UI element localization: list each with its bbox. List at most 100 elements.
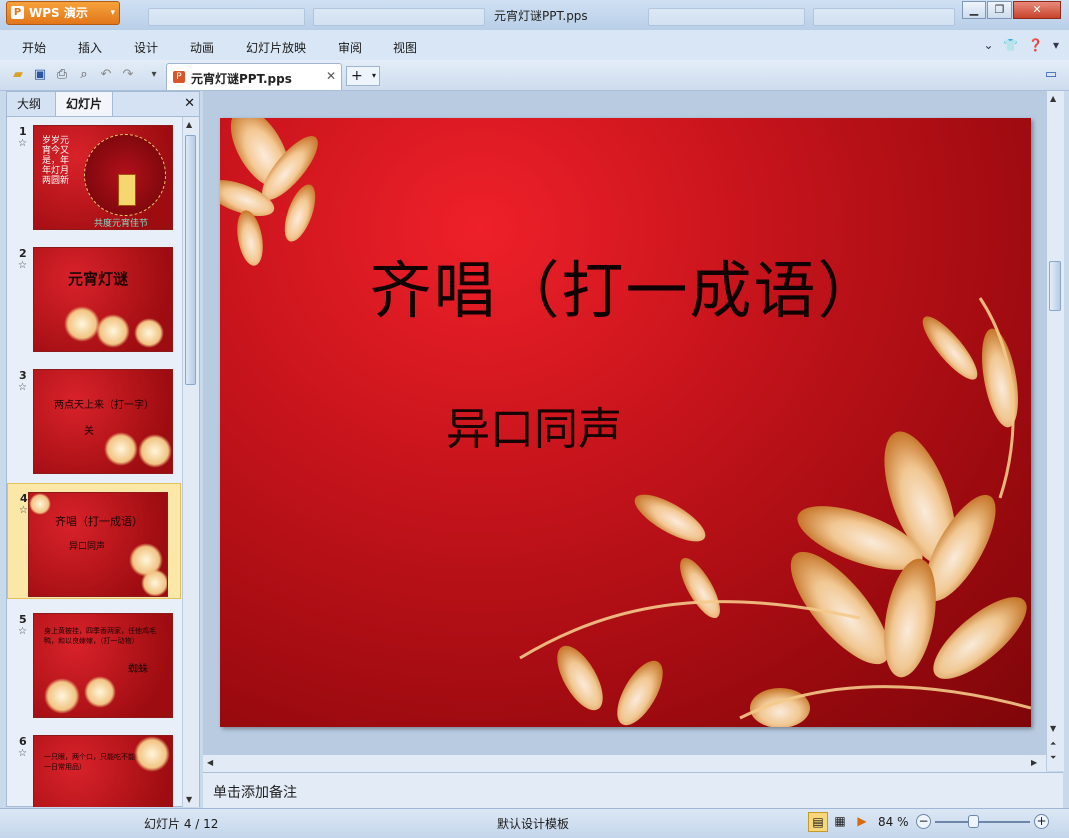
slide-answer: 异口同声 xyxy=(69,542,106,552)
close-button[interactable]: ✕ xyxy=(1013,1,1061,19)
background-window-tab[interactable] xyxy=(148,8,305,26)
flower-decoration xyxy=(84,676,116,708)
design-template-name[interactable]: 默认设计模板 xyxy=(497,815,569,832)
minimize-button[interactable]: ▁ xyxy=(962,1,986,19)
slide-thumbnail-selected[interactable]: 4 ☆ 齐唱（打一成语） 异口同声 xyxy=(7,483,181,599)
editor-vertical-scrollbar[interactable]: ▲ ▼ ⏶ ⏷ xyxy=(1046,91,1064,771)
pane-tabs: 大纲 幻灯片 ✕ xyxy=(7,92,199,117)
animation-star-icon: ☆ xyxy=(18,748,27,759)
zoom-slider-handle[interactable] xyxy=(968,815,979,828)
new-tab-button[interactable]: + ▾ xyxy=(346,66,380,86)
scroll-down-icon[interactable]: ▼ xyxy=(1050,724,1056,733)
scroll-up-icon[interactable]: ▲ xyxy=(186,120,192,129)
background-window-tab[interactable] xyxy=(813,8,955,26)
slide-preview: 两点天上来（打一字） 关 xyxy=(33,369,173,474)
slide-preview: 身上黄披挂，四季香两家，任他鸡毛鸭，和以良嫁嫁，（打一动物） 蜘蛛 xyxy=(33,613,173,718)
slide-thumbnail[interactable]: 3 ☆ 两点天上来（打一字） 关 xyxy=(7,361,181,477)
slide-thumbnail[interactable]: 6 ☆ 一只眼，两个口，只能吃不能喝。（打一日常用品） xyxy=(7,727,181,807)
menu-home[interactable]: 开始 xyxy=(22,39,46,56)
notes-placeholder: 单击添加备注 xyxy=(213,785,297,801)
background-window-tab[interactable] xyxy=(313,8,485,26)
slide-number: 1 xyxy=(19,125,27,138)
next-slide-icon[interactable]: ⏷ xyxy=(1050,753,1056,763)
slide-thumbnail[interactable]: 5 ☆ 身上黄披挂，四季香两家，任他鸡毛鸭，和以良嫁嫁，（打一动物） 蜘蛛 xyxy=(7,605,181,721)
flower-decoration xyxy=(29,493,51,515)
slide-text: 身上黄披挂，四季香两家，任他鸡毛鸭，和以良嫁嫁，（打一动物） xyxy=(44,627,156,645)
slide-thumbnail[interactable]: 2 ☆ 元宵灯谜 xyxy=(7,239,181,355)
flower-decoration xyxy=(138,434,172,468)
animation-star-icon: ☆ xyxy=(19,505,28,516)
slide-text: 元宵灯谜 xyxy=(68,270,129,288)
slide-editing-area: 齐唱（打一成语） 异口同声 xyxy=(203,91,1063,771)
zoom-level[interactable]: 84 % xyxy=(878,815,909,829)
menu-insert[interactable]: 插入 xyxy=(78,39,102,56)
close-pane-icon[interactable]: ✕ xyxy=(184,92,195,116)
scrollbar-thumb[interactable] xyxy=(1049,261,1061,311)
zoom-slider-track[interactable] xyxy=(935,821,1030,823)
save-icon[interactable]: ▣ xyxy=(32,67,48,83)
slide-number: 3 xyxy=(19,369,27,382)
window-title: 元宵灯谜PPT.pps xyxy=(494,9,588,23)
chevron-down-icon[interactable]: ⌄ xyxy=(984,38,994,52)
slideshow-icon[interactable]: ▶ xyxy=(852,812,872,832)
menu-view[interactable]: 视图 xyxy=(393,39,417,56)
background-window-tab[interactable] xyxy=(648,8,805,26)
slide-thumbnail-list: 1 ☆ 岁岁元宵今又是，年年灯月两圆新 共度元宵佳节 2 ☆ 元宵灯谜 3 ☆ xyxy=(7,117,181,807)
scroll-down-icon[interactable]: ▼ xyxy=(186,795,192,804)
print-icon[interactable]: ⎙ xyxy=(54,67,70,83)
slide-number: 2 xyxy=(19,247,27,260)
document-tab[interactable]: P 元宵灯谜PPT.pps ✕ xyxy=(166,63,342,90)
slide-preview: 齐唱（打一成语） 异口同声 xyxy=(28,492,168,597)
slide-title[interactable]: 齐唱（打一成语） xyxy=(220,240,1031,330)
editor-horizontal-scrollbar[interactable]: ◀ ▶ xyxy=(203,754,1046,772)
notes-pane[interactable]: 单击添加备注 xyxy=(203,772,1063,808)
close-tab-icon[interactable]: ✕ xyxy=(326,69,336,83)
help-icon[interactable]: ❓ xyxy=(1028,38,1043,52)
chevron-down-icon: ▾ xyxy=(371,71,376,80)
current-slide[interactable]: 齐唱（打一成语） 异口同声 xyxy=(220,118,1031,727)
menu-animation[interactable]: 动画 xyxy=(190,39,214,56)
zoom-in-button[interactable]: + xyxy=(1034,814,1049,829)
chevron-down-icon[interactable]: ▾ xyxy=(1053,38,1059,52)
scroll-right-icon[interactable]: ▶ xyxy=(1031,758,1037,767)
slide-sorter-icon[interactable]: ▦ xyxy=(830,812,850,832)
restore-layout-icon[interactable]: ▭ xyxy=(1043,67,1059,83)
slide-text: 齐唱（打一成语） xyxy=(55,515,143,528)
animation-star-icon: ☆ xyxy=(18,138,27,149)
wps-logo-icon: P xyxy=(11,6,24,19)
menu-review[interactable]: 审阅 xyxy=(338,39,362,56)
scroll-left-icon[interactable]: ◀ xyxy=(207,758,213,767)
flower-decoration xyxy=(220,118,1031,727)
menu-slideshow[interactable]: 幻灯片放映 xyxy=(246,39,306,56)
animation-star-icon: ☆ xyxy=(18,382,27,393)
scroll-up-icon[interactable]: ▲ xyxy=(1050,94,1056,103)
document-tab-label: 元宵灯谜PPT.pps xyxy=(191,72,292,86)
flower-decoration xyxy=(134,318,164,348)
undo-icon[interactable]: ↶ xyxy=(98,67,114,83)
slide-thumbnail[interactable]: 1 ☆ 岁岁元宵今又是，年年灯月两圆新 共度元宵佳节 xyxy=(7,117,181,233)
maximize-button[interactable]: ❐ xyxy=(987,1,1012,19)
customize-toolbar-icon[interactable]: ▾ xyxy=(146,67,162,83)
normal-view-icon[interactable]: ▤ xyxy=(808,812,828,832)
flower-decoration xyxy=(141,569,167,596)
redo-icon[interactable]: ↷ xyxy=(120,67,136,83)
tab-slides[interactable]: 幻灯片 xyxy=(55,92,114,116)
previous-slide-icon[interactable]: ⏶ xyxy=(1050,739,1056,749)
menu-design[interactable]: 设计 xyxy=(134,39,158,56)
app-menu-button[interactable]: P WPS 演示 ▾ xyxy=(6,1,120,25)
flower-decoration xyxy=(44,678,80,714)
slides-scrollbar[interactable]: ▲ ▼ xyxy=(182,117,199,807)
tab-outline[interactable]: 大纲 xyxy=(7,92,51,116)
menu-bar: 开始 插入 设计 动画 幻灯片放映 审阅 视图 ⌄ 👕 ❓ ▾ xyxy=(0,30,1069,60)
animation-star-icon: ☆ xyxy=(18,260,27,271)
flower-decoration xyxy=(134,736,170,772)
slide-preview: 元宵灯谜 xyxy=(33,247,173,352)
slide-body-text[interactable]: 异口同声 xyxy=(446,393,622,457)
print-preview-icon[interactable]: ⌕ xyxy=(76,67,92,83)
slide-counter: 幻灯片 4 / 12 xyxy=(144,817,219,831)
skin-icon[interactable]: 👕 xyxy=(1003,38,1018,52)
open-folder-icon[interactable]: ▰ xyxy=(10,67,26,83)
zoom-out-button[interactable]: − xyxy=(916,814,931,829)
scrollbar-thumb[interactable] xyxy=(185,135,196,385)
chevron-down-icon: ▾ xyxy=(110,8,115,18)
